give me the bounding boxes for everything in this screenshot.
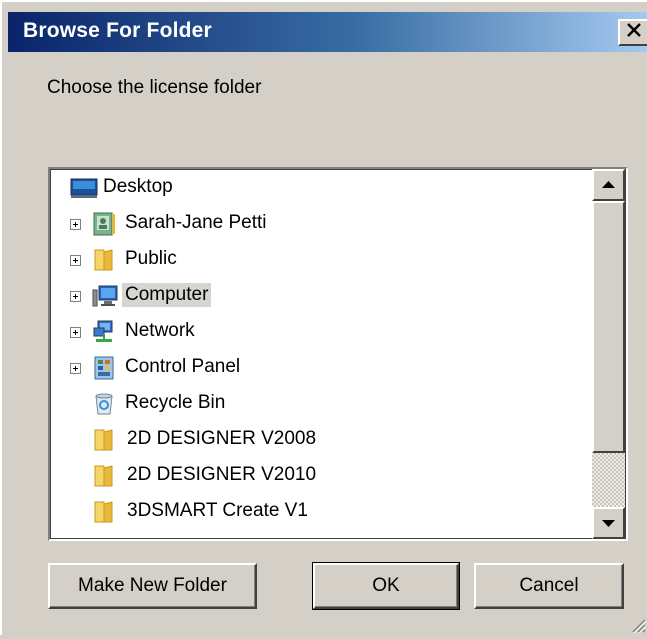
folder-tree[interactable]: Desktop Sarah-Jane Petti Public Computer…	[48, 167, 628, 541]
vertical-scrollbar[interactable]	[592, 169, 625, 539]
scroll-down-button[interactable]	[592, 507, 625, 539]
tree-item-label: Control Panel	[125, 356, 241, 377]
tree-item-label: Desktop	[103, 176, 173, 197]
folder-icon	[92, 500, 116, 524]
browse-for-folder-dialog: Browse For Folder Choose the license fol…	[0, 0, 647, 635]
tree-item-label: Public	[125, 248, 177, 269]
desktop-icon	[70, 176, 98, 200]
arrow-up-icon	[602, 181, 615, 188]
arrow-down-icon	[602, 520, 615, 527]
tree-item-label: Recycle Bin	[125, 392, 226, 413]
user-folder-icon	[92, 212, 116, 236]
tree-item-label: 3DSMART Create V1	[127, 500, 308, 521]
expand-icon[interactable]	[70, 219, 81, 230]
tree-item-label: Computer	[122, 283, 212, 307]
window-title: Browse For Folder	[23, 19, 212, 42]
computer-icon	[92, 284, 118, 308]
expand-icon[interactable]	[70, 255, 81, 266]
tree-item-label: Network	[125, 320, 195, 341]
expand-icon[interactable]	[70, 327, 81, 338]
scroll-up-button[interactable]	[592, 169, 625, 201]
network-icon	[92, 320, 116, 344]
title-bar[interactable]: Browse For Folder	[8, 12, 647, 52]
recycle-bin-icon	[92, 392, 116, 416]
close-button[interactable]	[618, 19, 647, 46]
make-new-folder-button[interactable]: Make New Folder	[48, 563, 257, 609]
scroll-thumb[interactable]	[592, 201, 625, 453]
folder-icon	[92, 464, 116, 488]
tree-item-label: 2D DESIGNER V2010	[127, 464, 317, 485]
prompt-text: Choose the license folder	[47, 77, 262, 98]
expand-icon[interactable]	[70, 291, 81, 302]
tree-item-label: 2D DESIGNER V2008	[127, 428, 317, 449]
close-icon	[626, 22, 642, 43]
resize-grip-icon[interactable]	[627, 614, 647, 634]
scroll-track[interactable]	[592, 453, 625, 507]
folder-icon	[92, 248, 116, 272]
control-panel-icon	[92, 356, 116, 380]
folder-icon	[92, 428, 116, 452]
cancel-button[interactable]: Cancel	[474, 563, 624, 609]
folder-icon	[92, 533, 116, 539]
tree-item-label: Sarah-Jane Petti	[125, 212, 267, 233]
expand-icon[interactable]	[70, 363, 81, 374]
ok-button[interactable]: OK	[312, 562, 460, 610]
